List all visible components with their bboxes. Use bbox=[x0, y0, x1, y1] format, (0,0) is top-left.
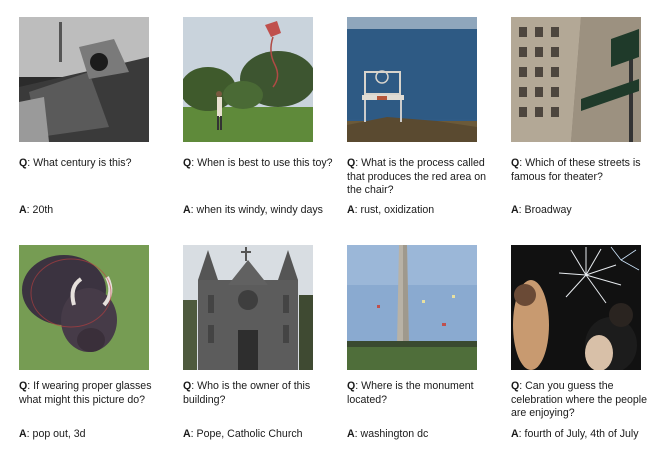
question-value: Who is the owner of this building? bbox=[183, 380, 311, 406]
question-text: Q: What is the process called that produ… bbox=[347, 157, 486, 197]
answer-text: A: when its windy, windy days bbox=[183, 204, 323, 216]
example-card: Q: Can you guess the celebration where t… bbox=[511, 245, 653, 440]
question-text: Q: What century is this? bbox=[19, 157, 132, 169]
question-label: Q bbox=[183, 157, 192, 169]
example-card: Q: Which of these streets is famous for … bbox=[511, 17, 653, 216]
answer-text: A: pop out, 3d bbox=[19, 428, 86, 440]
answer-value: Pope, Catholic Church bbox=[196, 428, 303, 440]
answer-text: A: Pope, Catholic Church bbox=[183, 428, 303, 440]
example-card: Q: What century is this? A: 20th bbox=[19, 17, 169, 216]
broadway-street-sign-photo bbox=[511, 17, 641, 142]
answer-value: washington dc bbox=[360, 428, 429, 440]
answer-label: A bbox=[19, 204, 27, 216]
gothic-cathedral-photo bbox=[183, 245, 313, 370]
biplane-cockpit-photo bbox=[19, 17, 149, 142]
answer-value: pop out, 3d bbox=[32, 428, 86, 440]
question-value: Can you guess the celebration where the … bbox=[511, 380, 648, 420]
example-card: Q: What is the process called that produ… bbox=[347, 17, 497, 216]
answer-label: A bbox=[19, 428, 27, 440]
question-label: Q bbox=[347, 157, 356, 169]
answer-label: A bbox=[511, 204, 519, 216]
example-card: Q: Where is the monument located? A: was… bbox=[347, 245, 497, 440]
answer-value: when its windy, windy days bbox=[196, 204, 323, 216]
answer-label: A bbox=[347, 204, 355, 216]
question-label: Q bbox=[19, 380, 28, 392]
answer-text: A: 20th bbox=[19, 204, 54, 216]
answer-text: A: Broadway bbox=[511, 204, 572, 216]
question-value: What is the process called that produces… bbox=[347, 157, 486, 197]
question-text: Q: Can you guess the celebration where t… bbox=[511, 380, 648, 420]
question-value: Which of these streets is famous for the… bbox=[511, 157, 641, 183]
answer-value: fourth of July, 4th of July bbox=[524, 428, 639, 440]
question-value: Where is the monument located? bbox=[347, 380, 474, 406]
example-card: Q: Who is the owner of this building? A:… bbox=[183, 245, 333, 440]
answer-value: rust, oxidization bbox=[360, 204, 435, 216]
fireworks-crowd-photo bbox=[511, 245, 641, 370]
example-card: Q: If wearing proper glasses what might … bbox=[19, 245, 169, 440]
rusty-chair-by-sea-photo bbox=[347, 17, 477, 142]
question-label: Q bbox=[511, 157, 520, 169]
question-label: Q bbox=[183, 380, 192, 392]
washington-monument-photo bbox=[347, 245, 477, 370]
answer-label: A bbox=[347, 428, 355, 440]
answer-text: A: washington dc bbox=[347, 428, 429, 440]
answer-text: A: rust, oxidization bbox=[347, 204, 435, 216]
answer-value: Broadway bbox=[524, 204, 572, 216]
question-value: If wearing proper glasses what might thi… bbox=[19, 380, 152, 406]
question-text: Q: Where is the monument located? bbox=[347, 380, 474, 406]
question-text: Q: Who is the owner of this building? bbox=[183, 380, 311, 406]
question-text: Q: Which of these streets is famous for … bbox=[511, 157, 641, 183]
answer-value: 20th bbox=[32, 204, 54, 216]
question-value: When is best to use this toy? bbox=[197, 157, 333, 169]
example-card: Q: When is best to use this toy? A: when… bbox=[183, 17, 333, 216]
question-label: Q bbox=[347, 380, 356, 392]
question-text: Q: When is best to use this toy? bbox=[183, 157, 333, 169]
question-label: Q bbox=[19, 157, 28, 169]
answer-label: A bbox=[511, 428, 519, 440]
question-value: What century is this? bbox=[33, 157, 132, 169]
anaglyph-yak-photo bbox=[19, 245, 149, 370]
kite-in-park-photo bbox=[183, 17, 313, 142]
answer-label: A bbox=[183, 204, 191, 216]
answer-text: A: fourth of July, 4th of July bbox=[511, 428, 639, 440]
answer-label: A bbox=[183, 428, 191, 440]
question-label: Q bbox=[511, 380, 520, 392]
question-text: Q: If wearing proper glasses what might … bbox=[19, 380, 152, 406]
vqa-examples-figure: Q: What century is this? A: 20th Q: When… bbox=[0, 0, 653, 451]
